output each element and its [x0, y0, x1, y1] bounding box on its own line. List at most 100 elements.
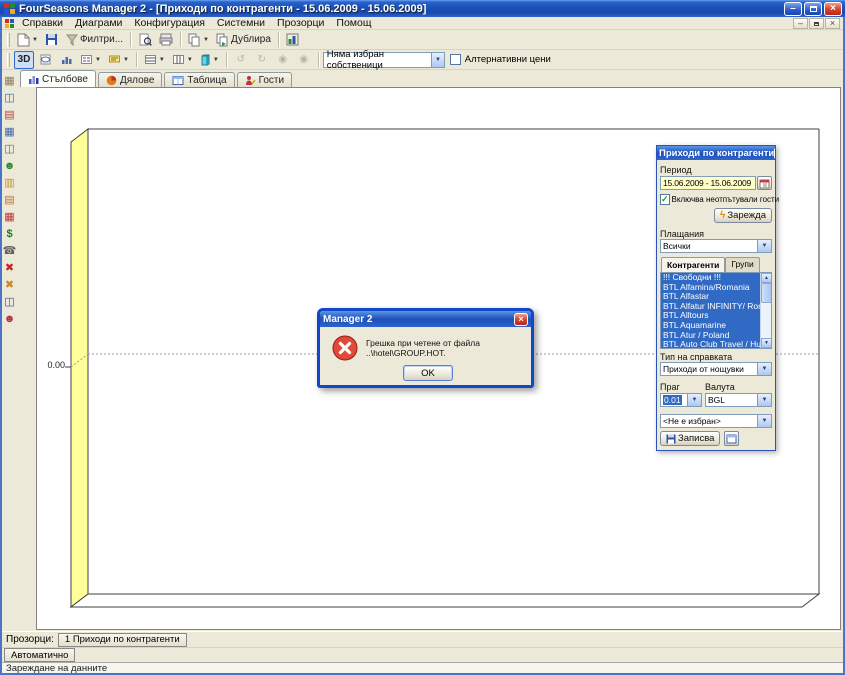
copy-button[interactable]: ▼	[185, 31, 212, 49]
series-style-button[interactable]: ▼	[197, 51, 222, 69]
payments-icon[interactable]: $	[1, 225, 18, 242]
3d-toggle-button[interactable]: 3D	[14, 51, 34, 69]
chart-window-icon[interactable]: ◫	[1, 89, 18, 106]
tab-guests[interactable]: Гости	[237, 72, 292, 87]
close-button[interactable]: ×	[824, 2, 842, 16]
rotate-ccw-button[interactable]: ↺	[231, 51, 251, 69]
menu-item[interactable]: Прозорци	[271, 17, 330, 30]
contractor-list-item[interactable]: BTL Aquamarine	[661, 321, 760, 331]
scroll-up-button[interactable]: ▲	[761, 273, 772, 283]
toolbar-grip[interactable]	[7, 53, 10, 67]
panel-close-button[interactable]: ×	[774, 148, 775, 159]
menu-items: СправкиДиаграмиКонфигурацияСистемниПрозо…	[16, 17, 377, 30]
depth-right-button[interactable]: ◉	[294, 51, 314, 69]
print-button[interactable]	[156, 31, 176, 49]
rates-table-icon[interactable]: ▦	[1, 208, 18, 225]
menu-item[interactable]: Конфигурация	[128, 17, 210, 30]
payments-combo-value: Всички	[663, 241, 691, 251]
chevron-down-icon[interactable]: ▼	[431, 53, 444, 67]
ledger-icon[interactable]: ▤	[1, 191, 18, 208]
open-window-button[interactable]: 1 Приходи по контрагенти	[58, 633, 187, 647]
threshold-combo[interactable]: 0.01 ▼	[660, 393, 702, 407]
contractor-list-item[interactable]: BTL Alltours	[661, 311, 760, 321]
legend-button[interactable]: ▼	[77, 51, 104, 69]
guests-icon[interactable]: ☻	[1, 157, 18, 174]
calendar-icon[interactable]: ▦	[1, 123, 18, 140]
include-unchecked-guests-label: Включва неотпътували гости	[672, 195, 780, 204]
new-report-button[interactable]: ▼	[14, 31, 41, 49]
contractors-listbox[interactable]: !!! Свободни !!!BTL Alfamina/RomaniaBTL …	[660, 272, 772, 349]
toolbar-grip[interactable]	[7, 33, 10, 47]
scroll-down-button[interactable]: ▼	[761, 338, 772, 348]
save-report-button[interactable]: Записва	[660, 431, 720, 446]
mdi-minimize-button[interactable]: –	[793, 18, 808, 29]
report-button[interactable]	[283, 31, 303, 49]
automatic-button[interactable]: Автоматично	[4, 648, 75, 662]
menu-item[interactable]: Помощ	[330, 17, 377, 30]
contractor-list-item[interactable]: BTL Atur / Poland	[661, 331, 760, 341]
chevron-down-icon[interactable]: ▼	[687, 394, 701, 406]
table-view-button[interactable]	[724, 431, 739, 446]
minimize-button[interactable]: –	[784, 2, 802, 16]
tab-table[interactable]: Таблица	[164, 72, 234, 87]
chevron-down-icon[interactable]: ▼	[757, 394, 771, 406]
tab-groups[interactable]: Групи	[725, 257, 759, 272]
vertical-grid-button[interactable]: ▼	[169, 51, 196, 69]
guest-stats-icon[interactable]: ☻	[1, 310, 18, 327]
ok-button[interactable]: OK	[403, 365, 453, 381]
contractor-list-item[interactable]: BTL Alfamina/Romania	[661, 283, 760, 293]
contractor-list-item[interactable]: BTL Alfatur INFINITY/ Romani	[661, 302, 760, 312]
period-input[interactable]: 15.06.2009 - 15.06.2009	[660, 176, 756, 190]
marks-button[interactable]: ▼	[105, 51, 132, 69]
tab-contractors[interactable]: Контрагенти	[661, 257, 725, 272]
print-preview-button[interactable]	[135, 31, 155, 49]
report-window-icon[interactable]: ◫	[1, 293, 18, 310]
owners-combo[interactable]: Няма избран собственици ▼	[323, 52, 445, 68]
menu-item[interactable]: Справки	[16, 17, 69, 30]
menu-item[interactable]: Системни	[211, 17, 271, 30]
windows-icon[interactable]: ◫	[1, 140, 18, 157]
calendar-icon	[759, 178, 770, 189]
calendar-button[interactable]	[757, 176, 772, 190]
tab-bars[interactable]: Стълбове	[20, 70, 96, 87]
rotate-cw-button[interactable]: ↻	[252, 51, 272, 69]
load-button[interactable]: ϟ Зарежда	[714, 208, 772, 223]
chevron-down-icon[interactable]: ▼	[757, 240, 771, 252]
chevron-down-icon[interactable]: ▼	[757, 415, 771, 427]
phone-charges-icon[interactable]: ☎	[1, 242, 18, 259]
horizontal-grid-button[interactable]: ▼	[141, 51, 168, 69]
windows-bar: Прозорци: 1 Приходи по контрагенти	[2, 631, 843, 647]
save-button[interactable]	[42, 31, 62, 49]
tab-pie[interactable]: Дялове	[98, 72, 162, 87]
window-title: FourSeasons Manager 2 - [Приходи по конт…	[19, 3, 426, 15]
chevron-down-icon[interactable]: ▼	[757, 363, 771, 375]
payments-combo[interactable]: Всички ▼	[660, 239, 772, 253]
restore-button[interactable]	[804, 2, 822, 16]
rotate-chart-button[interactable]	[35, 51, 55, 69]
contractor-list-item[interactable]: BTL Auto Club Travel / Hunga	[661, 340, 760, 349]
report-type-combo[interactable]: Приходи от нощувки ▼	[660, 362, 772, 376]
tab-guests-label: Гости	[259, 75, 284, 86]
mdi-close-button[interactable]: ×	[825, 18, 840, 29]
scroll-thumb[interactable]	[761, 283, 772, 303]
values-button[interactable]	[56, 51, 76, 69]
depth-left-button[interactable]: ◉	[273, 51, 293, 69]
alt-prices-checkbox[interactable]	[450, 54, 461, 65]
error-dialog-close-button[interactable]: ×	[514, 313, 528, 326]
currency-combo[interactable]: BGL ▼	[705, 393, 772, 407]
no-show-icon[interactable]: ✖	[1, 276, 18, 293]
rooms-grid-icon[interactable]: ▦	[1, 72, 18, 89]
contractor-list-item[interactable]: !!! Свободни !!!	[661, 273, 760, 283]
filter-button[interactable]: Филтри...	[63, 31, 126, 49]
values-bars-icon	[60, 53, 73, 66]
template-combo[interactable]: <Не е избран> ▼	[660, 414, 772, 428]
folder-icon[interactable]: ▥	[1, 174, 18, 191]
mdi-restore-button[interactable]	[809, 18, 824, 29]
cancellations-icon[interactable]: ✖	[1, 259, 18, 276]
contractor-list-item[interactable]: BTL Alfastar	[661, 292, 760, 302]
duplicate-button[interactable]: Дублира	[213, 31, 274, 49]
include-unchecked-guests-checkbox[interactable]: ✓	[660, 194, 670, 205]
list-scrollbar[interactable]: ▲ ▼	[760, 273, 771, 348]
occupancy-chart-icon[interactable]: ▤	[1, 106, 18, 123]
menu-item[interactable]: Диаграми	[69, 17, 128, 30]
